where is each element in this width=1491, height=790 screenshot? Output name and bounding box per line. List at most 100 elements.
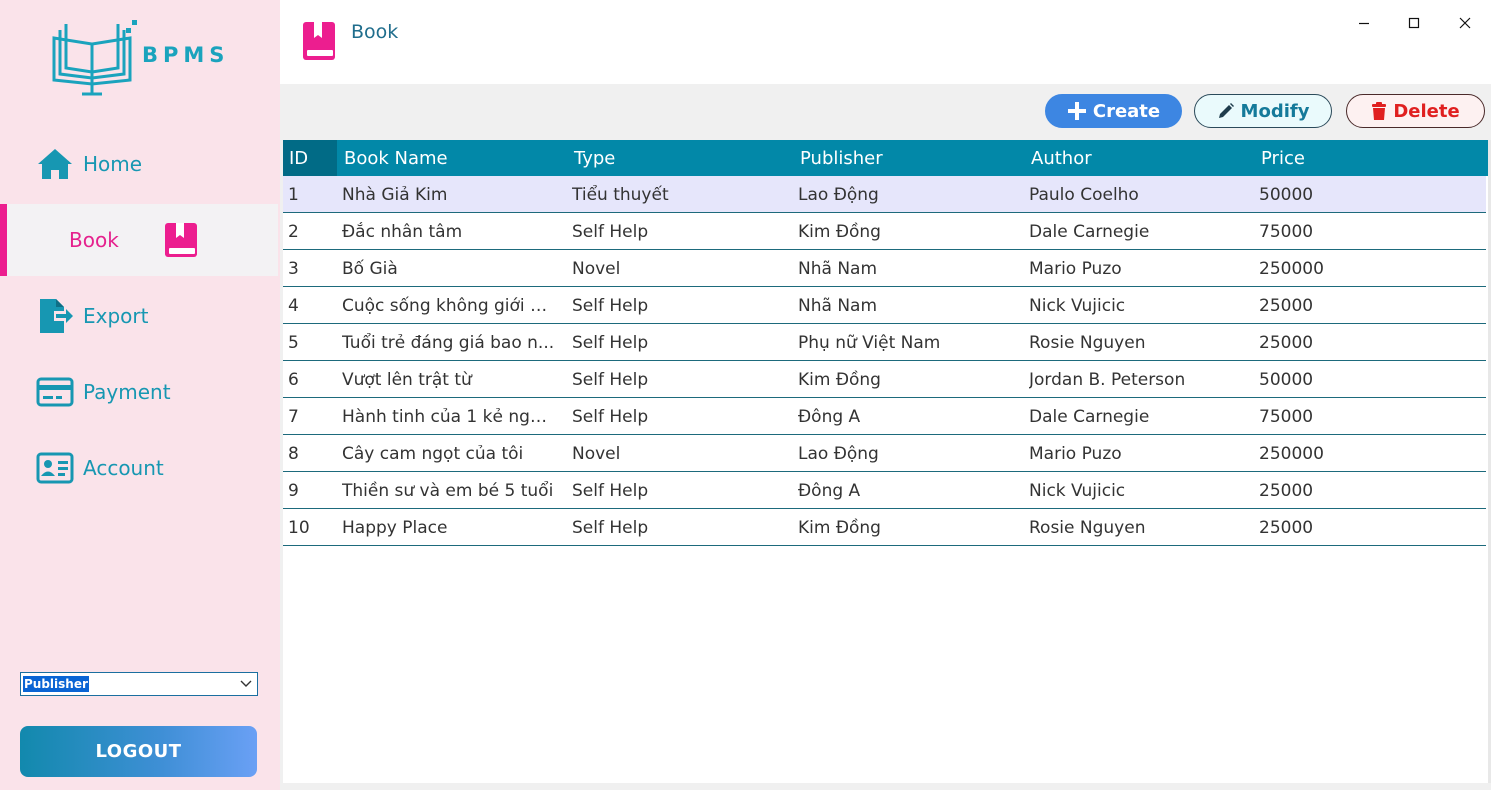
cell-book-name: Cây cam ngọt của tôi xyxy=(342,444,524,464)
table-row[interactable]: 4 Cuộc sống không giới h... Self Help Nhã N… xyxy=(283,287,1486,324)
cell-author: Nick Vujicic xyxy=(1029,481,1126,501)
modify-button[interactable]: Modify xyxy=(1194,94,1332,128)
role-select[interactable]: Publisher xyxy=(20,672,258,696)
book-table[interactable]: ID Book Name Type Publisher Author Price… xyxy=(283,140,1488,783)
app-window: BPMS Home Book Export Payment Account Pu… xyxy=(0,0,1491,790)
page-title: Book xyxy=(351,21,399,43)
account-card-icon xyxy=(36,452,74,484)
cell-author: Dale Carnegie xyxy=(1029,407,1150,427)
cell-publisher: Đông A xyxy=(798,407,861,427)
minimize-button[interactable] xyxy=(1351,10,1377,36)
cell-price: 75000 xyxy=(1259,222,1314,242)
cell-type: Self Help xyxy=(572,481,649,501)
cell-publisher: Lao Động xyxy=(798,444,879,464)
cell-type: Self Help xyxy=(572,296,649,316)
cell-book-name: Vượt lên trật từ xyxy=(342,370,472,390)
modify-label: Modify xyxy=(1240,100,1310,122)
cell-publisher: Kim Đồng xyxy=(798,370,881,390)
cell-type: Self Help xyxy=(572,518,649,538)
table-row[interactable]: 3 Bố Già Novel Nhã Nam Mario Puzo 250000 xyxy=(283,250,1486,287)
export-icon xyxy=(40,299,73,333)
maximize-button[interactable] xyxy=(1401,10,1427,36)
table-row[interactable]: 5 Tuổi trẻ đáng giá bao n... Self Help Phụ … xyxy=(283,324,1486,361)
sidebar-item-export[interactable]: Export xyxy=(0,280,278,352)
app-logo: BPMS xyxy=(48,18,238,100)
home-icon xyxy=(38,149,72,179)
cell-publisher: Nhã Nam xyxy=(798,259,878,279)
close-icon xyxy=(1459,17,1471,29)
cell-price: 50000 xyxy=(1259,185,1314,205)
cell-publisher: Kim Đồng xyxy=(798,222,881,242)
column-header-author[interactable]: Author xyxy=(1025,140,1253,176)
cell-type: Novel xyxy=(572,444,621,464)
cell-id: 8 xyxy=(288,444,299,464)
cell-id: 9 xyxy=(288,481,299,501)
active-indicator xyxy=(0,204,7,276)
cell-type: Self Help xyxy=(572,370,649,390)
table-row[interactable]: 6 Vượt lên trật từ Self Help Kim Đồng Jordan… xyxy=(283,361,1486,398)
sidebar-item-label: Payment xyxy=(83,380,171,404)
create-button[interactable]: Create xyxy=(1045,94,1182,128)
sidebar-item-home[interactable]: Home xyxy=(0,128,278,200)
table-row[interactable]: 1 Nhà Giả Kim Tiểu thuyết Lao Động Paulo Coe… xyxy=(283,176,1486,213)
column-header-book-name[interactable]: Book Name xyxy=(338,140,566,176)
table-header: ID Book Name Type Publisher Author Price xyxy=(283,140,1488,176)
sidebar-item-book[interactable]: Book xyxy=(0,204,278,276)
column-header-type[interactable]: Type xyxy=(568,140,792,176)
cell-id: 7 xyxy=(288,407,299,427)
page-header: Book xyxy=(280,0,1491,84)
table-row[interactable]: 7 Hành tinh của 1 kẻ nghĩ ... Self Help Đôn… xyxy=(283,398,1486,435)
cell-author: Dale Carnegie xyxy=(1029,222,1150,242)
cell-book-name: Đắc nhân tâm xyxy=(342,222,463,242)
column-header-publisher[interactable]: Publisher xyxy=(794,140,1023,176)
cell-book-name: Bố Già xyxy=(342,259,398,279)
table-row[interactable]: 9 Thiền sư và em bé 5 tuổi Self Help Đông A… xyxy=(283,472,1486,509)
plus-icon xyxy=(1067,102,1086,120)
book-icon xyxy=(303,22,335,60)
logo-text: BPMS xyxy=(142,43,230,67)
cell-publisher: Nhã Nam xyxy=(798,296,878,316)
cell-book-name: Cuộc sống không giới h... xyxy=(342,296,557,316)
cell-type: Novel xyxy=(572,259,621,279)
cell-publisher: Phụ nữ Việt Nam xyxy=(798,333,941,353)
cell-author: Paulo Coelho xyxy=(1029,185,1139,205)
column-header-id[interactable]: ID xyxy=(283,140,337,176)
cell-type: Self Help xyxy=(572,407,649,427)
cell-id: 4 xyxy=(288,296,299,316)
cell-author: Rosie Nguyen xyxy=(1029,518,1146,538)
pencil-icon xyxy=(1218,103,1234,118)
cell-publisher: Kim Đồng xyxy=(798,518,881,538)
cell-author: Mario Puzo xyxy=(1029,259,1122,279)
cell-author: Rosie Nguyen xyxy=(1029,333,1146,353)
book-logo-icon xyxy=(52,20,137,96)
delete-button[interactable]: Delete xyxy=(1346,94,1485,128)
cell-book-name: Hành tinh của 1 kẻ nghĩ ... xyxy=(342,407,557,427)
cell-id: 5 xyxy=(288,333,299,353)
delete-label: Delete xyxy=(1393,100,1460,122)
cell-type: Self Help xyxy=(572,333,649,353)
cell-id: 6 xyxy=(288,370,299,390)
sidebar-item-payment[interactable]: Payment xyxy=(0,356,278,428)
sidebar-item-account[interactable]: Account xyxy=(0,432,278,504)
book-icon xyxy=(165,223,197,257)
close-button[interactable] xyxy=(1452,10,1478,36)
cell-id: 10 xyxy=(288,518,310,538)
cell-book-name: Happy Place xyxy=(342,518,448,538)
cell-type: Self Help xyxy=(572,222,649,242)
logout-button[interactable]: LOGOUT xyxy=(20,726,257,777)
cell-author: Jordan B. Peterson xyxy=(1029,370,1186,390)
create-label: Create xyxy=(1092,100,1161,122)
cell-price: 250000 xyxy=(1259,444,1324,464)
cell-price: 25000 xyxy=(1259,333,1314,353)
table-row[interactable]: 2 Đắc nhân tâm Self Help Kim Đồng Dale Carne… xyxy=(283,213,1486,250)
table-row[interactable]: 10 Happy Place Self Help Kim Đồng Rosie Nguy… xyxy=(283,509,1486,546)
cell-author: Nick Vujicic xyxy=(1029,296,1126,316)
table-row[interactable]: 8 Cây cam ngọt của tôi Novel Lao Động Mario … xyxy=(283,435,1486,472)
sidebar-item-label: Home xyxy=(83,152,143,176)
cell-author: Mario Puzo xyxy=(1029,444,1122,464)
sidebar-item-label: Book xyxy=(69,228,119,252)
cell-price: 250000 xyxy=(1259,259,1324,279)
column-header-price[interactable]: Price xyxy=(1255,140,1483,176)
minimize-icon xyxy=(1359,22,1369,25)
cell-price: 25000 xyxy=(1259,481,1314,501)
